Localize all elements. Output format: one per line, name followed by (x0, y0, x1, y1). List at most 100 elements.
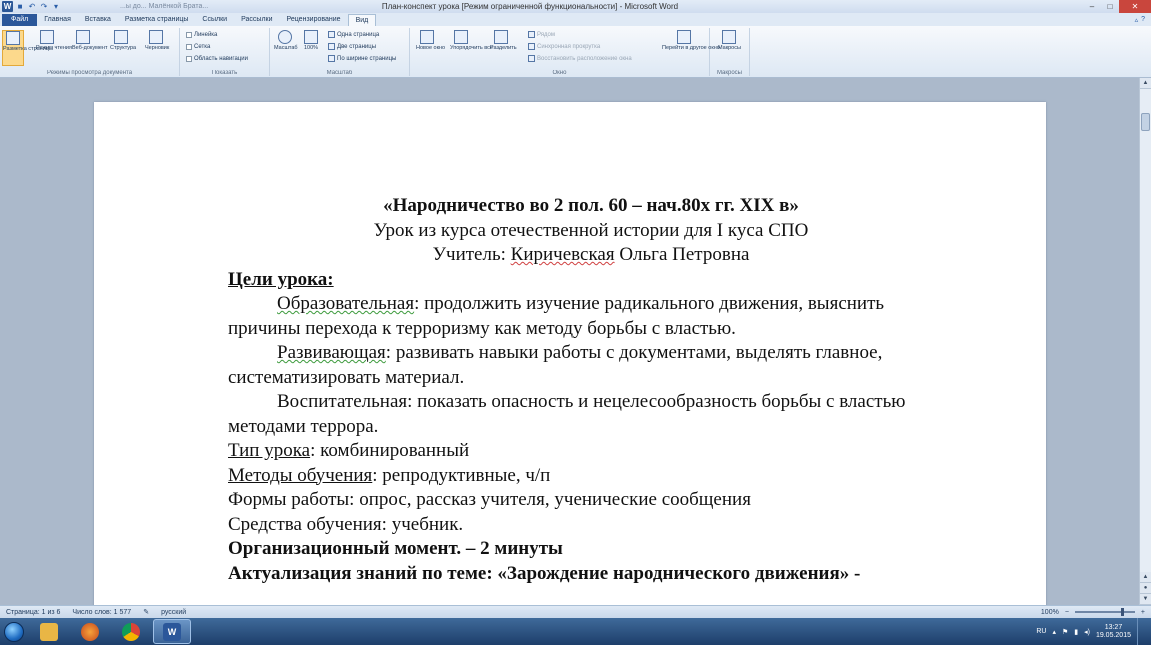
goal-upbringing: Воспитательная: показать опасность и нец… (228, 391, 906, 437)
teacher-name-rest: Ольга Петровна (614, 244, 750, 265)
magnifier-icon (278, 30, 292, 44)
ribbon: Разметка страницы Режим чтения Веб-докум… (0, 26, 1151, 78)
show-desktop-button[interactable] (1137, 618, 1147, 645)
new-window-button[interactable]: Новое окно (416, 30, 445, 66)
zoom-level[interactable]: 100% (1041, 609, 1059, 616)
document-workspace: «Народничество во 2 пол. 60 – нач.80х гг… (0, 78, 1139, 605)
forms-line: Формы работы: опрос, рассказ учителя, уч… (228, 489, 751, 510)
checkbox-icon (186, 31, 192, 38)
close-button[interactable]: ✕ (1119, 0, 1151, 13)
undo-icon[interactable]: ↶ (27, 2, 37, 12)
checkbox-icon (186, 43, 192, 50)
arrange-all-button[interactable]: Упорядочить все (450, 30, 493, 66)
reset-window-position-button[interactable]: Восстановить расположение окна (528, 54, 632, 63)
vertical-scrollbar[interactable]: ▲ ▲ ● ▼ (1139, 78, 1151, 605)
taskbar-app-explorer[interactable] (30, 619, 68, 644)
one-page-icon (328, 31, 335, 38)
tab-5[interactable]: Рассылки (234, 14, 279, 26)
prev-page-icon[interactable]: ▲ (1140, 572, 1151, 583)
tab-0[interactable]: Файл (2, 14, 38, 26)
next-page-icon[interactable]: ▼ (1140, 594, 1151, 605)
view-print-layout-button[interactable]: Разметка страницы (2, 30, 53, 66)
browse-object-icon[interactable]: ● (1140, 583, 1151, 594)
tab-7[interactable]: Вид (347, 14, 377, 26)
view-web-button[interactable]: Веб-документ (72, 30, 107, 66)
language-indicator[interactable]: русский (155, 609, 192, 616)
macros-icon (722, 30, 736, 44)
customize-qat-icon[interactable]: ▾ (51, 2, 61, 12)
page-width-button[interactable]: По ширине страницы (328, 54, 396, 63)
zoom-out-icon[interactable]: − (1065, 609, 1069, 616)
page-count[interactable]: Страница: 1 из 6 (0, 609, 66, 616)
group-document-views: Разметка страницы Режим чтения Веб-докум… (0, 28, 180, 76)
document-body[interactable]: «Народничество во 2 пол. 60 – нач.80х гг… (228, 194, 951, 586)
two-pages-button[interactable]: Две страницы (328, 42, 376, 51)
zoom-slider-thumb[interactable] (1120, 608, 1124, 616)
tab-1[interactable]: Главная (37, 14, 78, 26)
tab-4[interactable]: Ссылки (195, 14, 234, 26)
taskbar-app-chrome[interactable] (112, 619, 150, 644)
methods-line: Методы обучения: репродуктивные, ч/п (228, 464, 951, 489)
network-icon[interactable]: ▮ (1074, 628, 1078, 636)
document-title: «Народничество во 2 пол. 60 – нач.80х гг… (383, 195, 799, 216)
clock-date: 19.05.2015 (1095, 631, 1131, 639)
taskbar-app-word[interactable]: W (153, 619, 191, 644)
taskbar-app-firefox[interactable] (71, 619, 109, 644)
tab-6[interactable]: Рецензирование (280, 14, 348, 26)
scroll-up-icon[interactable]: ▲ (1140, 78, 1151, 89)
title-bar: W ■ ↶ ↷ ▾ ...ы до... Малёнкой Брата... П… (0, 0, 1151, 13)
maximize-button[interactable]: □ (1101, 0, 1119, 13)
sync-scroll-button[interactable]: Синхронная прокрутка (528, 42, 600, 51)
document-page[interactable]: «Народничество во 2 пол. 60 – нач.80х гг… (94, 102, 1046, 605)
tray-arrow-icon[interactable]: ▴ (1052, 628, 1056, 636)
zoom-button[interactable]: Масштаб (274, 30, 298, 66)
input-language[interactable]: RU (1036, 628, 1046, 635)
reading-mode-icon (40, 30, 54, 44)
tab-2[interactable]: Вставка (78, 14, 118, 26)
goals-heading: Цели урока: (228, 268, 334, 290)
split-button[interactable]: Разделить (490, 30, 517, 66)
one-page-button[interactable]: Одна страница (328, 30, 379, 39)
ruler-checkbox[interactable]: Линейка (186, 30, 217, 39)
window-controls: – □ ✕ (1083, 0, 1151, 13)
view-reading-button[interactable]: Режим чтения (36, 30, 72, 66)
navigation-pane-checkbox[interactable]: Область навигации (186, 54, 248, 63)
view-draft-button[interactable]: Черновик (145, 30, 169, 66)
teacher-line: Учитель: Киричевская Ольга Петровна (231, 243, 951, 268)
word-count[interactable]: Число слов: 1 577 (66, 609, 137, 616)
flag-icon[interactable]: ⚑ (1062, 628, 1068, 636)
zoom-in-icon[interactable]: + (1141, 609, 1145, 616)
minimize-button[interactable]: – (1083, 0, 1101, 13)
arrange-all-icon (454, 30, 468, 44)
quick-access-toolbar: W ■ ↶ ↷ ▾ (0, 0, 61, 13)
macros-button[interactable]: Макросы (718, 30, 741, 66)
redo-icon[interactable]: ↷ (39, 2, 49, 12)
zoom-slider[interactable] (1074, 608, 1135, 616)
lesson-type-text: : комбинированный (310, 440, 470, 461)
group-window: Новое окно Упорядочить все Разделить Ряд… (410, 28, 720, 76)
group-label-views: Режимы просмотра документа (46, 70, 133, 76)
volume-icon[interactable]: ◂) (1084, 628, 1090, 636)
zoom-100-icon (304, 30, 318, 44)
minimize-ribbon-icon[interactable]: ▵ (1135, 16, 1139, 24)
word-logo-icon[interactable]: W (2, 1, 13, 12)
clock[interactable]: 13:27 19.05.2015 (1096, 624, 1131, 640)
switch-window-button[interactable]: Перейти в другое окно (662, 30, 720, 66)
start-button[interactable] (0, 618, 27, 645)
save-icon[interactable]: ■ (15, 2, 25, 12)
grid-checkbox[interactable]: Сетка (186, 42, 210, 51)
zoom-100-button[interactable]: 100% (300, 30, 322, 66)
tab-3[interactable]: Разметка страницы (118, 14, 196, 26)
scroll-thumb[interactable] (1141, 113, 1150, 131)
group-label-show: Показать (211, 70, 238, 76)
help-icon[interactable]: ? (1141, 16, 1145, 23)
reset-position-icon (528, 55, 535, 62)
goal-educational: Образовательная: продолжить изучение рад… (228, 292, 951, 341)
recent-file-label: ...ы до... Малёнкой Брата... (120, 3, 209, 10)
side-by-side-button[interactable]: Рядом (528, 30, 555, 39)
system-tray: RU ▴ ⚑ ▮ ◂) 13:27 19.05.2015 (1036, 618, 1151, 645)
view-outline-button[interactable]: Структура (110, 30, 136, 66)
goal-developing-label: Развивающая (277, 342, 386, 363)
web-layout-icon (76, 30, 90, 44)
spellcheck-icon[interactable]: ✎ (137, 608, 155, 616)
